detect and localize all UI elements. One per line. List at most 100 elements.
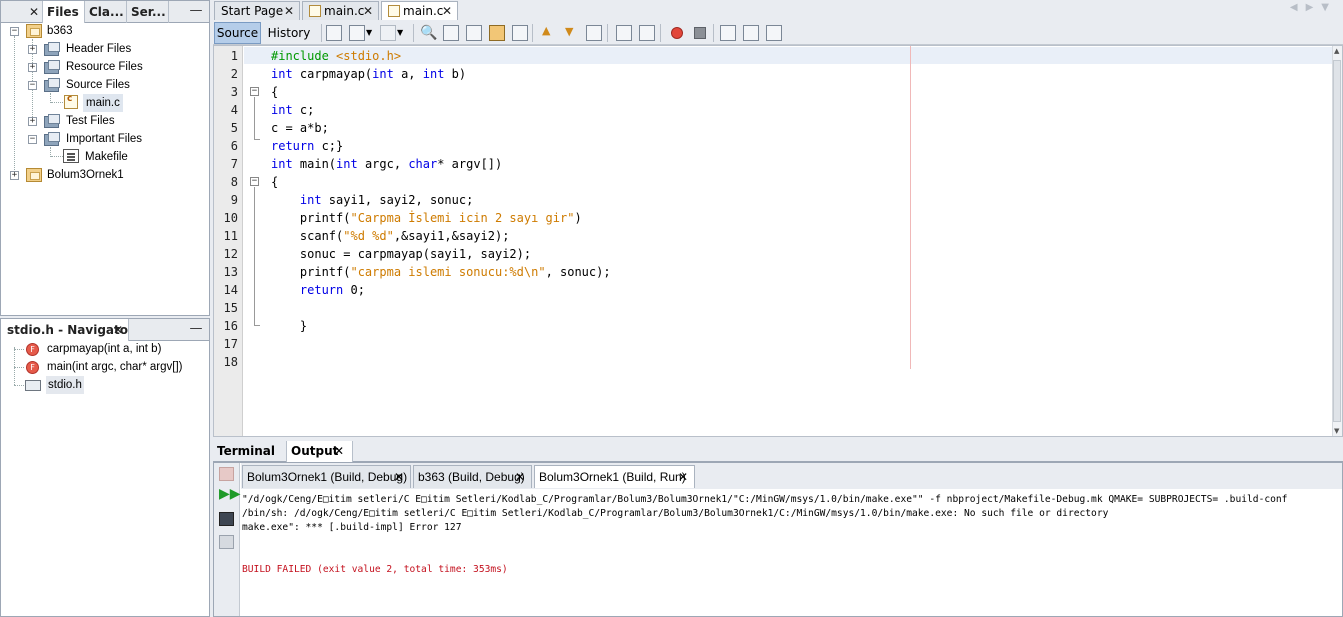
tab-navigator[interactable]: stdio.h - Navigator ✕ [1,319,129,341]
tab-start-page[interactable]: Start Page ✕ [214,1,300,20]
tab-terminal[interactable]: Terminal [213,441,287,462]
line-number: 7 [230,157,238,171]
code-editor[interactable]: 1 2 3 4 5 6 7 8 9 10 11 12 13 14 15 16 1… [213,45,1343,437]
close-icon[interactable]: ✕ [442,2,452,20]
back-icon[interactable] [349,25,365,41]
tree-item-resource-files[interactable]: Resource Files [66,58,143,76]
expand-icon[interactable]: + [28,117,37,126]
tab-main-c-1[interactable]: main.c ✕ [302,1,379,20]
function-icon: F [26,361,39,374]
code-line-3: { [271,85,279,99]
line-number: 18 [223,355,238,369]
tree-guide-line [14,36,15,174]
collapse-icon[interactable]: − [10,27,19,36]
expand-icon[interactable]: + [10,171,19,180]
fold-guide [254,325,260,326]
tab-bolum3ornek1-build-run[interactable]: Bolum3Ornek1 (Build, Run) ✕ [534,465,695,488]
navigator-item-main[interactable]: main(int argc, char* argv[]) [47,358,183,376]
chevron-down-icon[interactable]: ▼ [397,25,413,41]
expand-icon[interactable]: + [28,63,37,72]
tab-bolum3ornek1-build-debug[interactable]: Bolum3Ornek1 (Build, Debug) ✕ [242,465,411,488]
folder-icon [44,78,61,92]
find-selection-icon[interactable] [512,25,528,41]
navigator-item-carpmayap[interactable]: carpmayap(int a, int b) [47,340,161,358]
toggle-highlight-icon[interactable] [489,25,505,41]
shift-right-icon[interactable] [639,25,655,41]
folder-icon [44,60,61,74]
tab-output[interactable]: Output ✕ [287,441,353,462]
comment-icon[interactable] [720,25,736,41]
code-line-11: scanf("%d %d",&sayi1,&sayi2); [271,229,510,243]
collapse-icon[interactable]: − [28,81,37,90]
close-icon[interactable]: ✕ [113,319,123,341]
close-icon[interactable]: ✕ [515,466,525,488]
tab-services[interactable]: Ser... [127,1,169,23]
code-line-9: int sayi1, sayi2, sonuc; [271,193,474,207]
tab-main-c-2[interactable]: main.c ✕ [381,1,458,20]
tab-b363-build-debug[interactable]: b363 (Build, Debug) ✕ [413,465,532,488]
fold-icon[interactable]: − [250,87,259,96]
code-line-2: int carpmayap(int a, int b) [271,67,467,81]
terminal-icon[interactable] [219,512,234,526]
close-icon[interactable]: ✕ [363,2,373,20]
source-button[interactable]: Source [214,22,261,44]
line-number: 3 [230,85,238,99]
previous-bookmark-icon[interactable] [540,24,556,41]
rerun-icon[interactable]: ▶▶ [219,487,241,502]
history-button[interactable]: History [263,22,315,44]
find-previous-icon[interactable] [443,25,459,41]
tab-projects[interactable]: ✕ [1,1,43,23]
right-margin-line [910,46,911,369]
forward-icon[interactable] [380,25,396,41]
navigator-item-stdio[interactable]: stdio.h [46,376,84,394]
scrollbar-thumb[interactable] [1333,60,1341,422]
output-panel: ▶▶ Bolum3Ornek1 (Build, Debug) ✕ b363 (Bu… [213,462,1343,617]
line-number: 10 [223,211,238,225]
scroll-down-icon[interactable]: ▼ [1334,427,1339,435]
close-icon[interactable]: ✕ [29,1,39,23]
record-macro-icon[interactable] [671,27,683,39]
navigator-tabs: stdio.h - Navigator ✕ — [1,319,209,341]
collapse-icon[interactable]: − [28,135,37,144]
tab-files[interactable]: Files [43,1,85,23]
close-icon[interactable]: ✕ [334,441,344,462]
close-icon[interactable]: ✕ [678,466,688,488]
minimize-button[interactable]: — [189,2,203,22]
tree-item-important-files[interactable]: Important Files [66,130,142,148]
uncomment-icon[interactable] [743,25,759,41]
separator [321,24,322,42]
fold-icon[interactable]: − [250,177,259,186]
stop-macro-icon[interactable] [694,27,706,39]
tree-item-makefile[interactable]: Makefile [85,148,128,166]
minimize-button[interactable]: — [189,320,203,340]
find-next-icon[interactable] [466,25,482,41]
toggle-bookmark-icon[interactable] [586,25,602,41]
tree-project-bolum3ornek1[interactable]: Bolum3Ornek1 [47,166,124,184]
close-icon[interactable]: ✕ [284,2,294,20]
folder-icon [44,132,61,146]
last-edit-icon[interactable] [326,25,342,41]
tree-guide-line [14,385,24,386]
tree-item-main-c[interactable]: main.c [83,94,123,112]
separator [607,24,608,42]
shift-left-icon[interactable] [616,25,632,41]
search-icon[interactable]: 🔍 [420,25,437,41]
tab-scroll-arrows[interactable]: ◀▶▼ [1290,2,1337,13]
format-icon[interactable] [766,25,782,41]
line-number: 8 [230,175,238,189]
scroll-up-icon[interactable]: ▲ [1334,47,1339,55]
tree-project-b363[interactable]: b363 [47,22,73,40]
close-icon[interactable]: ✕ [394,466,404,488]
expand-icon[interactable]: + [28,45,37,54]
fold-guide [254,97,255,139]
line-number: 16 [223,319,238,333]
c-file-icon [309,5,321,17]
tree-item-test-files[interactable]: Test Files [66,112,115,130]
stop-icon[interactable] [219,467,234,481]
vertical-scrollbar[interactable]: ▲ ▼ [1332,46,1342,436]
options-icon[interactable] [219,535,234,549]
next-bookmark-icon[interactable] [563,25,579,41]
tab-classes[interactable]: Cla... [85,1,127,23]
tree-item-source-files[interactable]: Source Files [66,76,130,94]
tree-item-header-files[interactable]: Header Files [66,40,131,58]
